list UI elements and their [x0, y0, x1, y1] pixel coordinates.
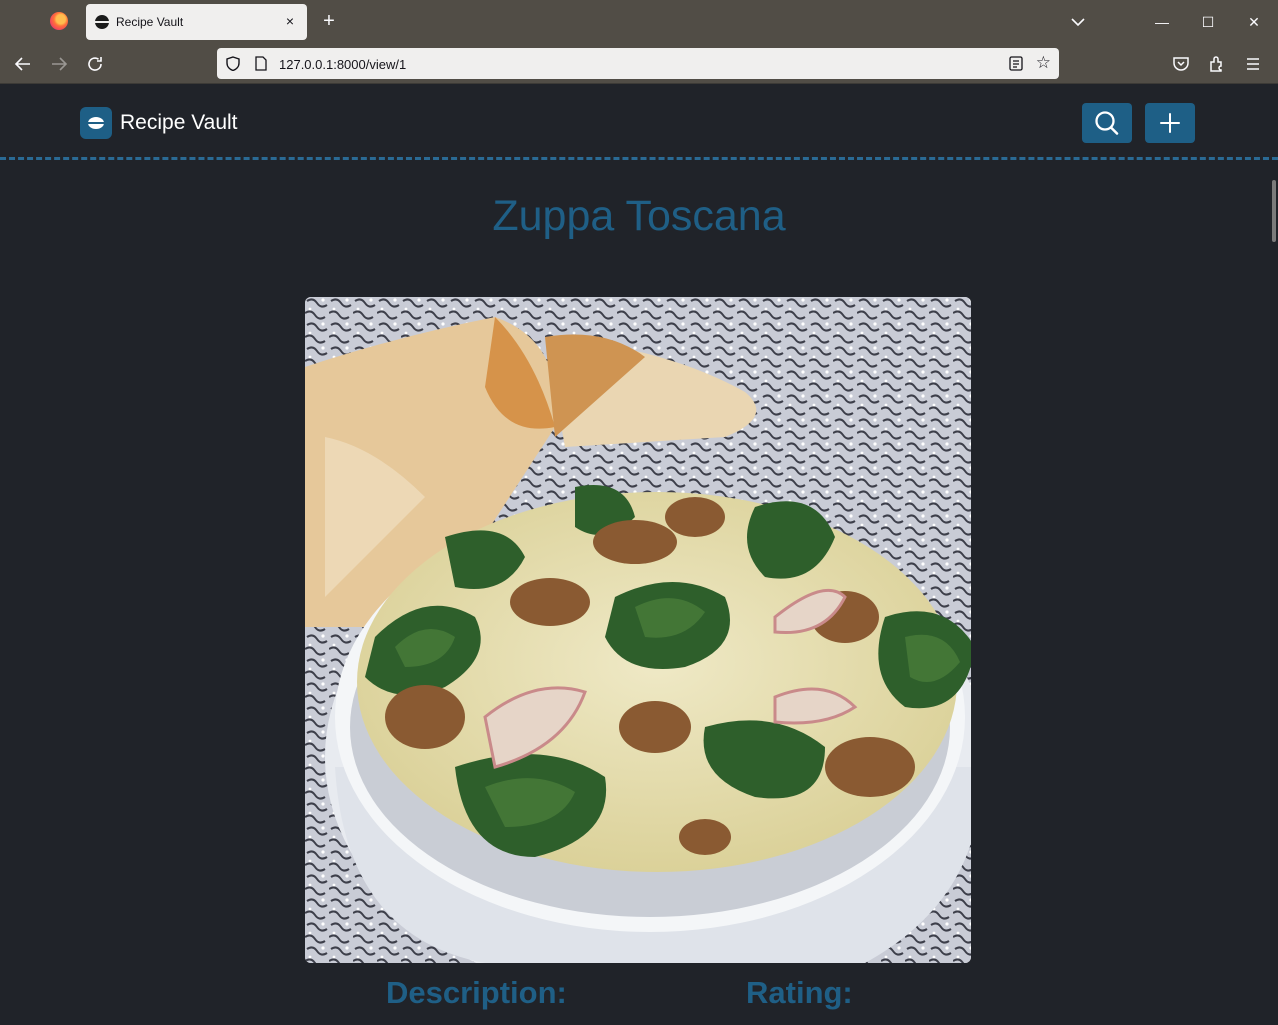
- tab-list-chevron-icon[interactable]: [1068, 12, 1088, 32]
- bookmark-star-icon[interactable]: ☆: [1036, 54, 1051, 72]
- tab-favicon-icon: [95, 15, 109, 29]
- brand-name[interactable]: Recipe Vault: [120, 111, 238, 135]
- description-label: Description:: [386, 975, 567, 1010]
- search-button[interactable]: [1082, 103, 1132, 143]
- pocket-icon[interactable]: [1169, 52, 1193, 76]
- recipe-image: [305, 297, 971, 963]
- tab-close-button[interactable]: ×: [281, 12, 299, 30]
- browser-tab[interactable]: Recipe Vault ×: [86, 4, 307, 40]
- browser-tab-bar: Recipe Vault × + — ☐ ✕: [0, 0, 1278, 44]
- close-window-button[interactable]: ✕: [1242, 10, 1266, 34]
- recipe-title: Zuppa Toscana: [492, 192, 786, 240]
- header-divider: [0, 157, 1278, 160]
- tab-title: Recipe Vault: [116, 15, 184, 29]
- menu-icon[interactable]: [1241, 52, 1265, 76]
- firefox-icon[interactable]: [50, 12, 68, 30]
- shield-icon[interactable]: [226, 56, 240, 71]
- address-bar[interactable]: 127.0.0.1:8000/view/1 ☆: [217, 48, 1059, 79]
- app-header: Recipe Vault: [0, 85, 1278, 161]
- scrollbar-thumb[interactable]: [1272, 180, 1276, 242]
- search-icon: [1095, 111, 1119, 135]
- minimize-button[interactable]: —: [1150, 10, 1174, 34]
- rating-label: Rating:: [746, 975, 853, 1010]
- url-text[interactable]: 127.0.0.1:8000/view/1: [279, 57, 406, 72]
- extensions-icon[interactable]: [1205, 52, 1229, 76]
- page-icon: [255, 56, 267, 71]
- soup-bowl-photo: [305, 297, 971, 963]
- reload-button[interactable]: [83, 52, 107, 76]
- logo-icon[interactable]: [80, 107, 112, 139]
- plus-icon: [1160, 113, 1180, 133]
- new-tab-button[interactable]: +: [318, 10, 340, 32]
- back-button[interactable]: [11, 52, 35, 76]
- reader-view-icon[interactable]: [1009, 56, 1023, 71]
- maximize-button[interactable]: ☐: [1196, 10, 1220, 34]
- add-recipe-button[interactable]: [1145, 103, 1195, 143]
- page-scrollbar[interactable]: [1270, 85, 1278, 1025]
- browser-nav-bar: 127.0.0.1:8000/view/1 ☆: [0, 44, 1278, 84]
- forward-button[interactable]: [47, 52, 71, 76]
